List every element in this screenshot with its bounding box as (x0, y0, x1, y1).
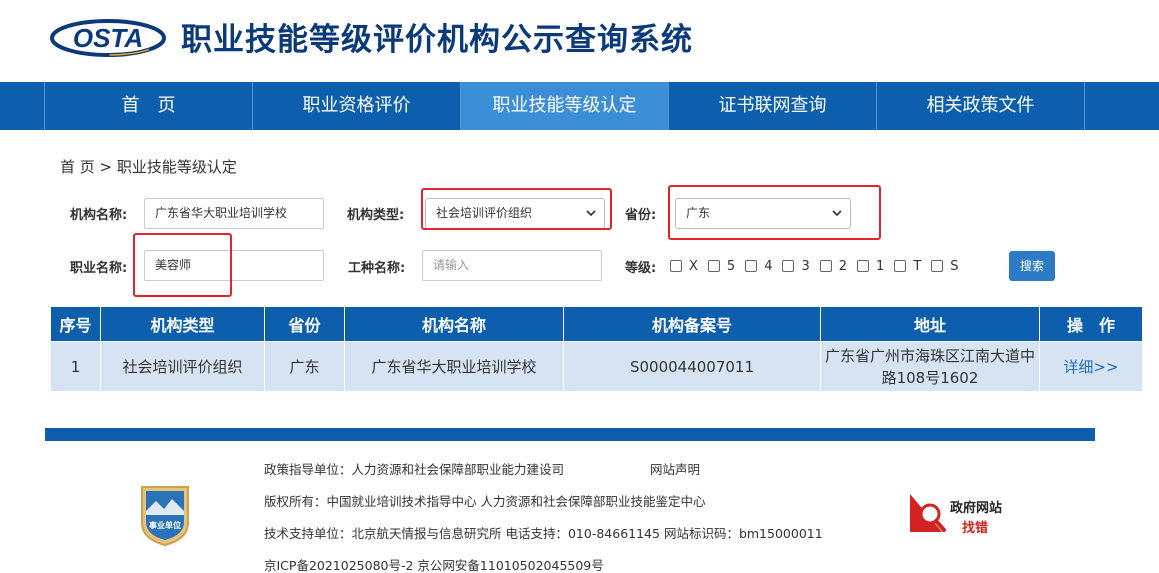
level-x-label: X (689, 258, 698, 274)
footer-guide-unit: 政策指导单位：人力资源和社会保障部职业能力建设司 (264, 462, 565, 477)
footer-divider (45, 428, 1095, 441)
level-t[interactable]: T (894, 259, 921, 274)
osta-logo[interactable]: OSTA (50, 12, 168, 60)
find-error-label: 找错 (962, 520, 988, 536)
level-1[interactable]: 1 (857, 259, 884, 274)
checkbox[interactable] (894, 260, 907, 272)
nav-edge (0, 82, 45, 130)
col-header-type: 机构类型 (100, 306, 265, 342)
site-statement-link[interactable]: 网站声明 (650, 459, 700, 478)
col-header-no: 序号 (50, 306, 101, 342)
cell-province: 广东 (264, 341, 345, 392)
cell-record-no: S000044007011 (563, 341, 821, 392)
table-header-row: 序号 机构类型 省份 机构名称 机构备案号 地址 操 作 (50, 306, 1143, 342)
checkbox[interactable] (670, 260, 682, 272)
col-header-record-no: 机构备案号 (563, 306, 821, 342)
org-name-label: 机构名称: (70, 208, 128, 223)
level-4[interactable]: 4 (745, 259, 772, 274)
public-institution-badge[interactable]: 事业单位 (138, 483, 192, 547)
checkbox[interactable] (819, 260, 832, 272)
occupation-label: 职业名称: (70, 261, 128, 276)
col-header-name: 机构名称 (344, 306, 564, 342)
logo-text: OSTA (73, 23, 143, 53)
col-header-province: 省份 (264, 306, 345, 342)
gov-site-label: 政府网站 (950, 500, 1002, 516)
level-label: 等级: (625, 261, 657, 276)
table-row: 1 社会培训评价组织 广东 广东省华大职业培训学校 S000044007011 … (50, 341, 1143, 392)
badge-text: 事业单位 (149, 520, 181, 530)
nav-home[interactable]: 首 页 (45, 82, 253, 130)
level-x[interactable]: X (670, 259, 698, 274)
level-t-label: T (913, 258, 922, 274)
footer-copyright: 版权所有：中国就业培训技术指导中心 人力资源和社会保障部职业技能鉴定中心 (264, 494, 706, 509)
cell-name: 广东省华大职业培训学校 (344, 341, 564, 392)
highlight-box-occupation (133, 233, 232, 297)
org-name-input[interactable]: 广东省华大职业培训学校 (144, 198, 324, 229)
col-header-action: 操 作 (1039, 306, 1143, 342)
level-5-label: 5 (726, 258, 736, 274)
level-5[interactable]: 5 (707, 258, 736, 274)
magnifier-icon (910, 494, 946, 532)
level-3[interactable]: 3 (782, 258, 810, 274)
detail-link[interactable]: 详细>> (1039, 341, 1143, 392)
level-1-label: 1 (876, 258, 885, 274)
province-label: 省份: (625, 208, 657, 223)
gov-site-error-report[interactable]: 政府网站 找错 (908, 490, 1018, 538)
breadcrumb: 首 页 > 职业技能等级认定 (60, 158, 237, 176)
checkbox[interactable] (745, 260, 758, 272)
level-2[interactable]: 2 (819, 258, 848, 274)
job-type-label: 工种名称: (348, 261, 406, 276)
site-title: 职业技能等级评价机构公示查询系统 (181, 22, 693, 58)
cell-type: 社会培训评价组织 (100, 341, 265, 392)
highlight-box-province (668, 185, 881, 240)
job-type-input[interactable]: 请输入 (422, 250, 602, 281)
checkbox[interactable] (782, 260, 795, 272)
nav-policy-documents[interactable]: 相关政策文件 (877, 82, 1085, 130)
footer-support: 技术支持单位：北京航天情报与信息研究所 电话支持：010-84661145 网站… (264, 526, 823, 541)
page-header: OSTA 职业技能等级评价机构公示查询系统 (0, 0, 1159, 82)
checkbox[interactable] (857, 260, 870, 272)
highlight-box-org-type (421, 188, 612, 230)
results-table: 序号 机构类型 省份 机构名称 机构备案号 地址 操 作 1 社会培训评价组织 … (50, 306, 1143, 392)
level-checkboxes: X 5 4 3 2 1 T S (670, 257, 969, 275)
checkbox[interactable] (931, 260, 944, 272)
main-nav: 首 页 职业资格评价 职业技能等级认定 证书联网查询 相关政策文件 (0, 82, 1159, 130)
level-3-label: 3 (801, 258, 810, 274)
search-button[interactable]: 搜索 (1009, 251, 1055, 281)
level-s-label: S (950, 258, 959, 274)
nav-certificate-query[interactable]: 证书联网查询 (669, 82, 877, 130)
nav-skill-level-certification[interactable]: 职业技能等级认定 (461, 82, 669, 130)
checkbox[interactable] (707, 260, 720, 272)
cell-no: 1 (50, 341, 101, 392)
level-s[interactable]: S (931, 258, 959, 274)
nav-vocational-qualification[interactable]: 职业资格评价 (253, 82, 461, 130)
level-4-label: 4 (764, 258, 773, 274)
org-type-label: 机构类型: (347, 208, 405, 223)
footer-icp[interactable]: 京ICP备2021025080号-2 京公网安备11010502045509号 (264, 555, 604, 573)
cell-address: 广东省广州市海珠区江南大道中路108号1602 (820, 341, 1040, 392)
level-2-label: 2 (838, 258, 848, 274)
col-header-address: 地址 (820, 306, 1040, 342)
